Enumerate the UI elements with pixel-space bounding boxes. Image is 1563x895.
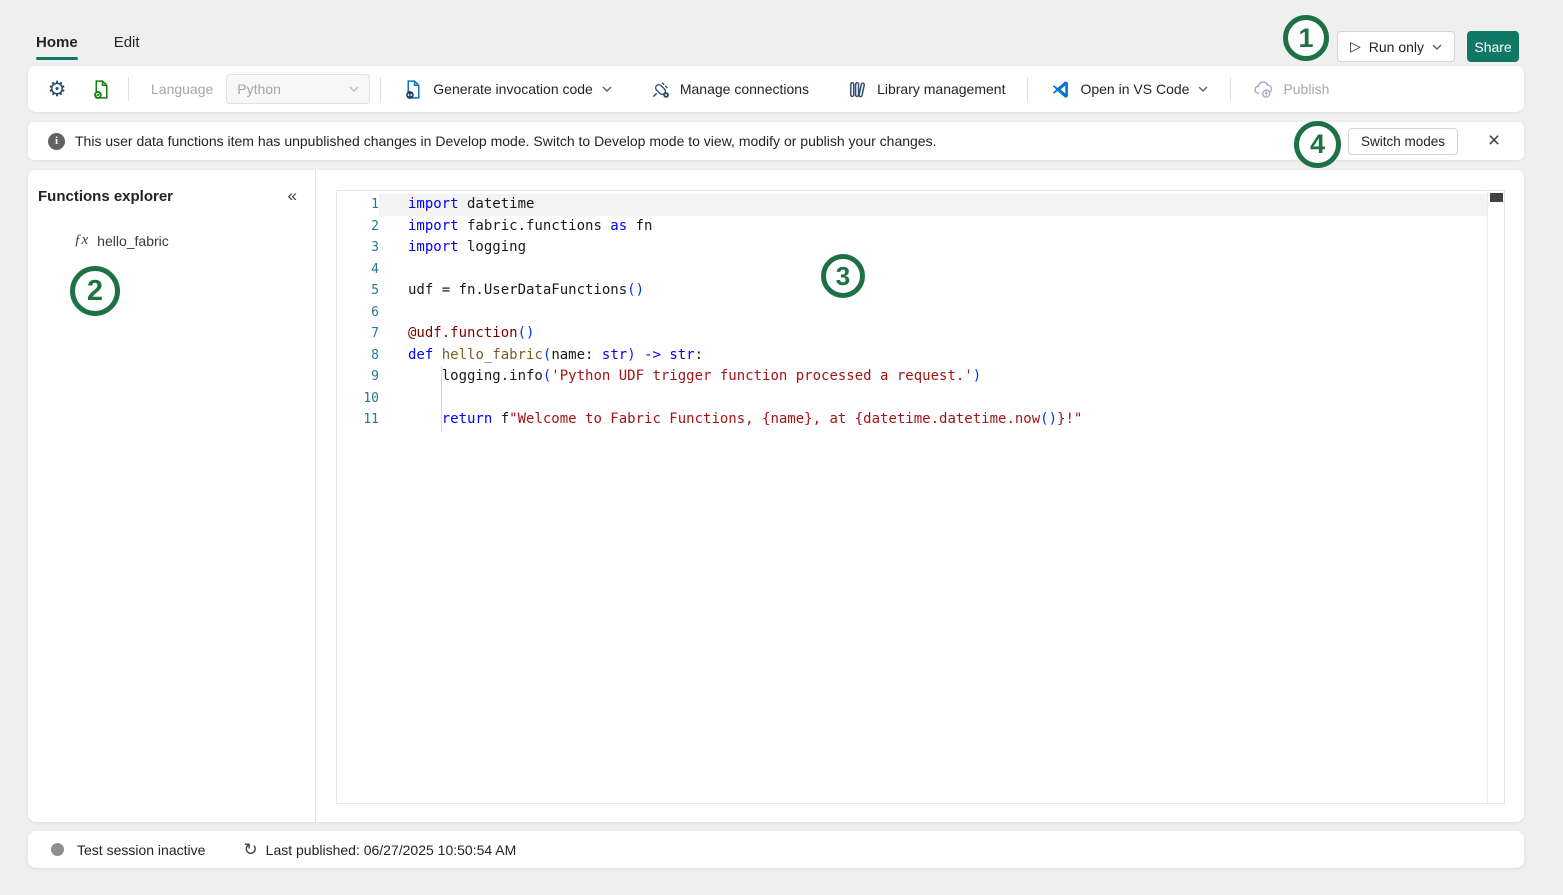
functions-explorer: Functions explorer « ƒx hello_fabric: [28, 170, 316, 822]
play-icon: ▷: [1350, 38, 1361, 55]
toolbar: ⚙ Language Python Generate invocation: [28, 66, 1524, 112]
document-refresh-icon: [91, 79, 112, 100]
code-line-10: 10: [337, 388, 1487, 410]
code-text: import fabric.functions as fn: [379, 216, 1487, 238]
annotation-circle-4: 4: [1294, 121, 1341, 168]
run-only-button[interactable]: ▷ Run only: [1337, 31, 1455, 62]
publish-button[interactable]: Publish: [1241, 72, 1341, 106]
code-line-1: 1import datetime: [337, 194, 1487, 216]
manage-connections-button[interactable]: Manage connections: [638, 72, 821, 106]
functions-explorer-title: Functions explorer: [38, 188, 173, 205]
line-number: 11: [337, 409, 379, 431]
books-icon: [847, 79, 868, 100]
line-number: 8: [337, 345, 379, 367]
session-status-dot: [51, 843, 64, 856]
functions-list: ƒx hello_fabric: [28, 232, 315, 249]
annotation-circle-1: 1: [1283, 15, 1329, 61]
generate-invocation-code-label: Generate invocation code: [433, 81, 593, 97]
banner-message: This user data functions item has unpubl…: [75, 133, 936, 149]
code-text: import datetime: [379, 194, 1487, 216]
plug-gear-icon: [650, 79, 671, 100]
vscode-icon: [1050, 79, 1071, 100]
line-number: 9: [337, 366, 379, 388]
toolbar-divider: [380, 77, 381, 101]
fx-icon: ƒx: [74, 232, 88, 249]
tab-edit[interactable]: Edit: [114, 34, 140, 60]
code-text: [379, 302, 1487, 324]
language-label: Language: [151, 81, 213, 97]
scrollbar-thumb[interactable]: [1490, 193, 1503, 202]
generate-invocation-code-button[interactable]: Generate invocation code: [391, 72, 624, 106]
editor-scrollbar[interactable]: [1487, 191, 1504, 803]
run-only-label: Run only: [1369, 39, 1424, 55]
open-in-vscode-button[interactable]: Open in VS Code: [1038, 72, 1220, 106]
code-text: import logging: [379, 237, 1487, 259]
language-select: Python: [226, 74, 370, 104]
switch-modes-button[interactable]: Switch modes: [1348, 128, 1458, 155]
toolbar-divider: [128, 77, 129, 101]
settings-button[interactable]: ⚙: [40, 72, 74, 106]
open-in-vscode-label: Open in VS Code: [1080, 81, 1189, 97]
chevron-down-icon: [1432, 44, 1442, 50]
code-line-5: 5udf = fn.UserDataFunctions(): [337, 280, 1487, 302]
annotation-circle-2: 2: [70, 266, 120, 316]
last-published-label: Last published: 06/27/2025 10:50:54 AM: [266, 842, 517, 858]
code-text: return f"Welcome to Fabric Functions, {n…: [379, 409, 1487, 431]
function-item-hello_fabric[interactable]: ƒx hello_fabric: [74, 232, 315, 249]
library-management-label: Library management: [877, 81, 1005, 97]
refresh-icon[interactable]: ↻: [243, 840, 257, 860]
code-line-8: 8def hello_fabric(name: str) -> str:: [337, 345, 1487, 367]
code-line-6: 6: [337, 302, 1487, 324]
line-number: 10: [337, 388, 379, 410]
code-line-2: 2import fabric.functions as fn: [337, 216, 1487, 238]
annotation-circle-3: 3: [821, 254, 865, 298]
line-number: 2: [337, 216, 379, 238]
chevron-down-icon: [602, 86, 612, 92]
code-line-7: 7@udf.function(): [337, 323, 1487, 345]
code-text: def hello_fabric(name: str) -> str:: [379, 345, 1487, 367]
toolbar-divider: [1027, 77, 1028, 101]
code-editor[interactable]: 1import datetime2import fabric.functions…: [336, 190, 1505, 804]
line-number: 7: [337, 323, 379, 345]
close-icon[interactable]: ×: [1480, 127, 1508, 155]
session-status-label: Test session inactive: [77, 842, 205, 858]
editor-area: 1import datetime2import fabric.functions…: [316, 170, 1524, 822]
chevron-down-icon: [349, 86, 359, 92]
view-tabs: Home Edit: [36, 34, 140, 60]
code-line-9: 9 logging.info('Python UDF trigger funct…: [337, 366, 1487, 388]
code-text: logging.info('Python UDF trigger functio…: [379, 366, 1487, 388]
code-lines: 1import datetime2import fabric.functions…: [337, 194, 1487, 431]
tab-home[interactable]: Home: [36, 34, 78, 60]
line-number: 6: [337, 302, 379, 324]
code-text: udf = fn.UserDataFunctions(): [379, 280, 1487, 302]
header-actions: ▷ Run only Share: [1337, 31, 1519, 62]
code-text: @udf.function(): [379, 323, 1487, 345]
main-panel: Functions explorer « ƒx hello_fabric 1imp…: [28, 170, 1524, 822]
function-item-label: hello_fabric: [97, 233, 169, 249]
code-line-3: 3import logging: [337, 237, 1487, 259]
library-management-button[interactable]: Library management: [835, 72, 1017, 106]
chevron-down-icon: [1198, 86, 1208, 92]
line-number: 1: [337, 194, 379, 216]
toolbar-divider: [1230, 77, 1231, 101]
document-code-icon: [403, 79, 424, 100]
line-number: 4: [337, 259, 379, 281]
publish-label: Publish: [1283, 81, 1329, 97]
code-line-11: 11 return f"Welcome to Fabric Functions,…: [337, 409, 1487, 431]
info-icon: i: [48, 133, 65, 150]
code-line-4: 4: [337, 259, 1487, 281]
gear-icon: ⚙: [48, 79, 67, 100]
code-text: [379, 259, 1487, 281]
status-bar: Test session inactive ↻ Last published: …: [28, 831, 1524, 868]
collapse-sidebar-icon[interactable]: «: [288, 186, 297, 206]
code-text: [379, 388, 1487, 410]
line-number: 5: [337, 280, 379, 302]
language-value: Python: [237, 81, 281, 97]
cloud-upload-icon: [1253, 79, 1274, 100]
manage-connections-label: Manage connections: [680, 81, 809, 97]
share-button[interactable]: Share: [1467, 31, 1519, 62]
line-number: 3: [337, 237, 379, 259]
refresh-functions-button[interactable]: [84, 72, 118, 106]
